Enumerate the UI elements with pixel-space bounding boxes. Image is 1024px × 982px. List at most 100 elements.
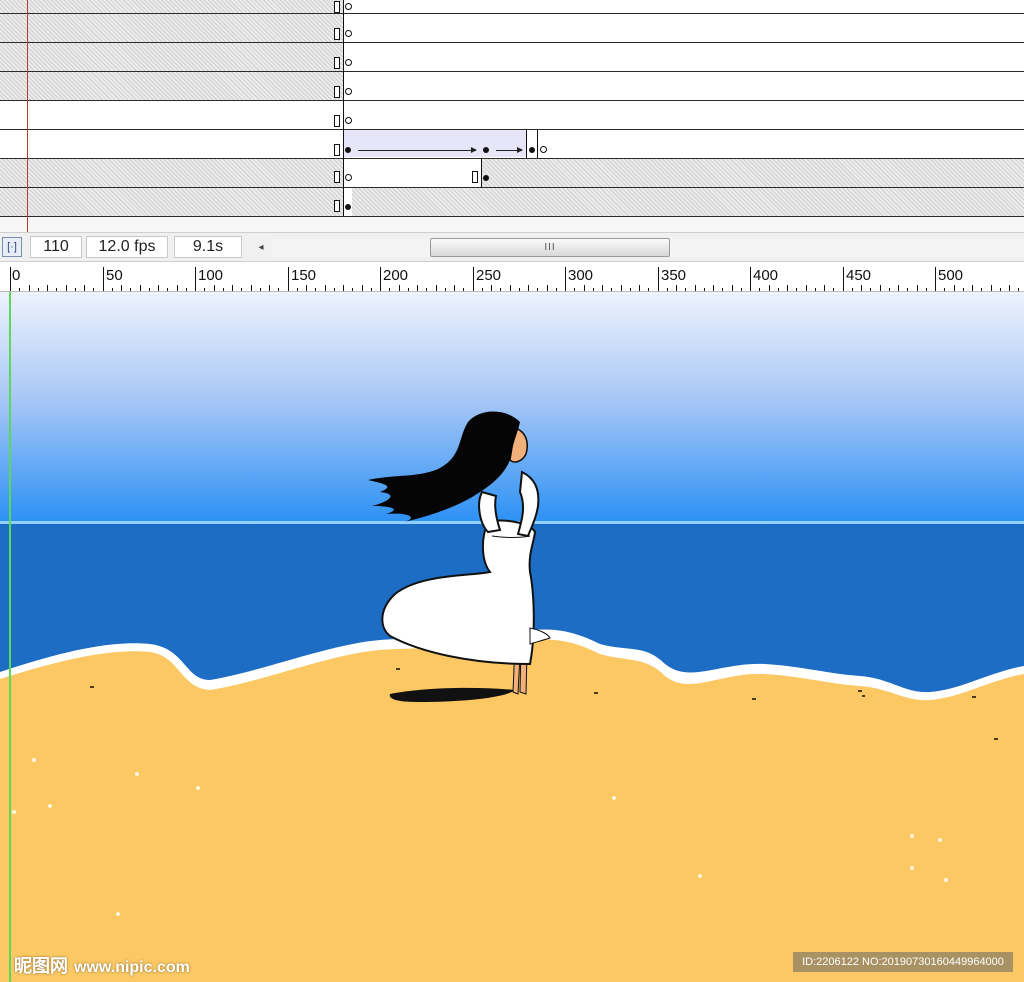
ruler-label: 100 xyxy=(198,267,224,284)
frame-end-marker xyxy=(334,1,340,13)
ruler-tick xyxy=(103,267,104,291)
ruler-tick xyxy=(417,285,418,291)
ruler-tick xyxy=(630,288,631,291)
ruler-tick xyxy=(898,285,899,291)
ruler-tick xyxy=(769,285,770,291)
ruler-tick xyxy=(917,285,918,291)
ruler-tick xyxy=(241,288,242,291)
keyframe[interactable] xyxy=(345,204,351,210)
blank-keyframe[interactable] xyxy=(345,3,352,10)
site-url: www.nipic.com xyxy=(74,959,190,976)
frame-end-marker xyxy=(334,115,340,127)
timeline-layer-track[interactable] xyxy=(0,159,1024,188)
ruler-tick xyxy=(667,288,668,291)
ruler-label: 400 xyxy=(753,267,779,284)
keyframe[interactable] xyxy=(529,147,535,153)
frame-end-marker xyxy=(472,171,478,183)
ruler-tick xyxy=(695,285,696,291)
ruler-tick xyxy=(972,285,973,291)
frame-end-marker xyxy=(334,171,340,183)
ruler-tick xyxy=(519,288,520,291)
static-frame-span xyxy=(482,159,1024,187)
blank-keyframe[interactable] xyxy=(345,88,352,95)
frame-end-marker xyxy=(334,200,340,212)
ruler-tick xyxy=(389,288,390,291)
ruler-tick xyxy=(473,267,474,291)
ruler-tick xyxy=(639,285,640,291)
ruler-tick xyxy=(426,288,427,291)
frame-divider xyxy=(481,159,482,187)
ruler-tick xyxy=(722,288,723,291)
ruler-tick xyxy=(232,285,233,291)
timeline-layer-track[interactable] xyxy=(0,130,1024,159)
ruler-tick xyxy=(343,285,344,291)
ruler-tick xyxy=(408,288,409,291)
ruler-tick xyxy=(371,288,372,291)
ruler-tick xyxy=(491,285,492,291)
static-frame-span xyxy=(0,72,343,100)
ruler-tick xyxy=(852,288,853,291)
ruler-tick xyxy=(954,285,955,291)
ruler-label: 0 xyxy=(12,267,21,284)
current-frame-column xyxy=(343,0,344,216)
ruler-tick xyxy=(741,288,742,291)
ruler-tick xyxy=(537,288,538,291)
blank-keyframe[interactable] xyxy=(345,30,352,37)
ruler-tick xyxy=(1018,288,1019,291)
timeline-empty-area xyxy=(0,217,1024,232)
horizontal-ruler: 0 50 100 150 200 250 300 350 400 450 500 xyxy=(0,262,1024,292)
motion-tween-span[interactable] xyxy=(343,130,527,157)
keyframe[interactable] xyxy=(483,175,489,181)
ruler-label: 500 xyxy=(938,267,964,284)
ruler-tick xyxy=(685,288,686,291)
ruler-tick xyxy=(704,288,705,291)
ruler-tick xyxy=(713,285,714,291)
timeline-layer-track[interactable] xyxy=(0,14,1024,43)
ruler-label: 50 xyxy=(106,267,123,284)
ruler-tick xyxy=(658,267,659,291)
ruler-tick xyxy=(889,288,890,291)
blank-keyframe[interactable] xyxy=(345,117,352,124)
vertical-guide-line[interactable] xyxy=(9,292,11,982)
playhead[interactable] xyxy=(27,0,28,232)
ruler-tick xyxy=(547,285,548,291)
timeline-layer-track[interactable] xyxy=(0,72,1024,101)
static-frame-span xyxy=(0,0,343,13)
ruler-label: 250 xyxy=(476,267,502,284)
ruler-tick xyxy=(47,285,48,291)
blank-keyframe[interactable] xyxy=(540,146,547,153)
ruler-tick xyxy=(778,288,779,291)
timeline-layer-track[interactable] xyxy=(0,101,1024,130)
horizontal-scrollbar-thumb[interactable]: III xyxy=(430,238,670,257)
stage-canvas[interactable] xyxy=(0,292,1024,982)
ruler-tick xyxy=(500,288,501,291)
keyframe[interactable] xyxy=(483,147,489,153)
sky xyxy=(0,292,1024,524)
timeline-panel[interactable] xyxy=(0,0,1024,232)
ruler-tick xyxy=(66,285,67,291)
ruler-tick xyxy=(870,288,871,291)
ruler-label: 450 xyxy=(846,267,872,284)
timeline-layer-track[interactable] xyxy=(0,43,1024,72)
ruler-tick xyxy=(935,267,936,291)
ruler-label: 200 xyxy=(383,267,409,284)
blank-keyframe[interactable] xyxy=(345,174,352,181)
ruler-tick xyxy=(10,267,11,291)
ruler-label: 300 xyxy=(568,267,594,284)
frame-divider xyxy=(537,130,538,158)
timeline-layer-track[interactable] xyxy=(0,0,1024,14)
static-frame-span xyxy=(0,43,343,71)
keyframe[interactable] xyxy=(345,147,351,153)
center-frame-button[interactable]: [·] xyxy=(2,237,22,257)
ruler-tick xyxy=(278,288,279,291)
scroll-left-icon[interactable]: ◂ xyxy=(252,238,270,258)
timeline-layer-track[interactable] xyxy=(0,188,1024,217)
blank-keyframe[interactable] xyxy=(345,59,352,66)
ruler-tick xyxy=(593,288,594,291)
ruler-tick xyxy=(944,288,945,291)
ruler-tick xyxy=(584,285,585,291)
ruler-tick xyxy=(510,285,511,291)
ruler-tick xyxy=(556,288,557,291)
frame-rate-readout[interactable]: 12.0 fps xyxy=(86,236,168,258)
ruler-tick xyxy=(528,285,529,291)
